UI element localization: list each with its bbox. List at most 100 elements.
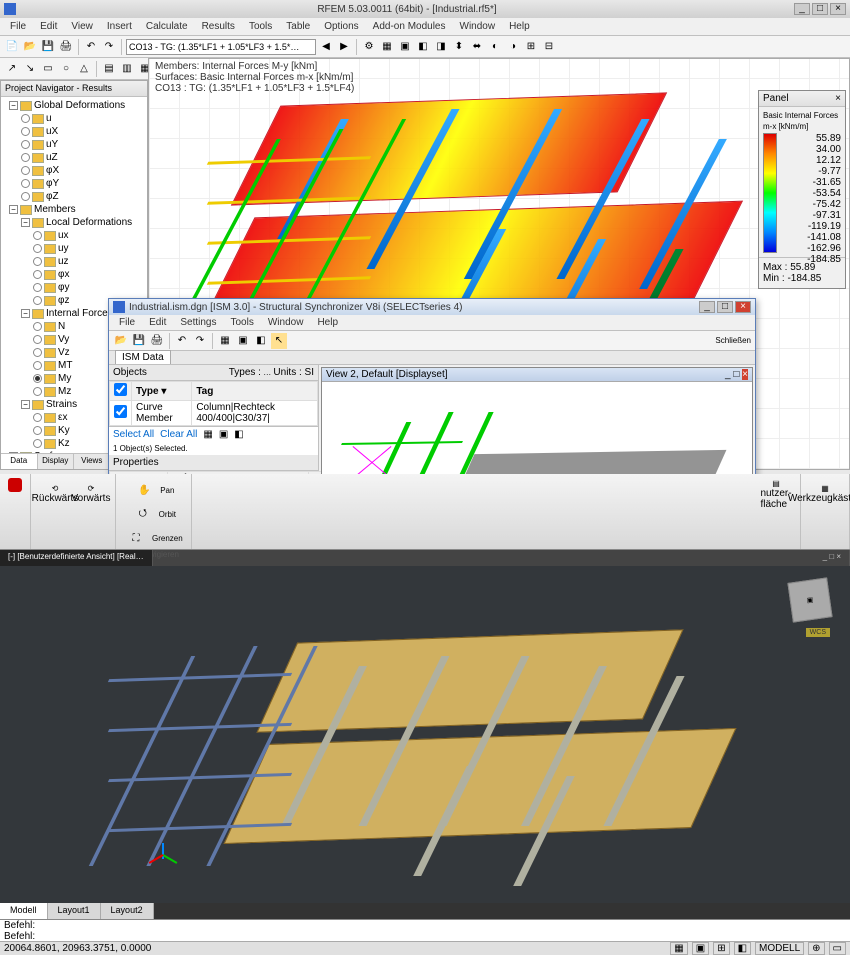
legend-close-icon[interactable]: × (835, 93, 841, 104)
radio-icon[interactable] (33, 335, 42, 344)
tool-icon[interactable]: ⊞ (523, 39, 539, 55)
save-icon[interactable]: 💾 (40, 39, 56, 55)
radio-icon[interactable] (21, 179, 30, 188)
new-icon[interactable]: 📄 (4, 39, 20, 55)
navigator-tab[interactable]: Views (74, 454, 111, 469)
close-button[interactable]: × (830, 3, 846, 15)
ism-left-tab[interactable]: ISM Data (115, 350, 171, 364)
tool-icon[interactable]: ⊟ (541, 39, 557, 55)
forward-icon[interactable]: ⟳Vorwärts (75, 478, 107, 510)
tool-icon[interactable]: ▭ (40, 61, 56, 77)
radio-icon[interactable] (33, 296, 42, 305)
tree-node[interactable]: uX (3, 125, 145, 138)
menu-item[interactable]: Options (318, 19, 364, 34)
tool-icon[interactable]: △ (76, 61, 92, 77)
tree-node[interactable]: φX (3, 164, 145, 177)
tool-icon[interactable]: ⚙ (361, 39, 377, 55)
menu-item[interactable]: Results (196, 19, 241, 34)
status-toggle[interactable]: ▣ (692, 942, 709, 955)
extents-icon[interactable]: ⛶ (124, 526, 148, 550)
tool-icon[interactable]: ◧ (234, 429, 243, 440)
cursor-icon[interactable]: ↖ (271, 333, 287, 349)
tool-icon[interactable]: ○ (58, 61, 74, 77)
tree-node[interactable]: φx (3, 268, 145, 281)
tool-icon[interactable]: ◧ (415, 39, 431, 55)
tree-node[interactable]: φZ (3, 190, 145, 203)
radio-icon[interactable] (33, 244, 42, 253)
menu-item[interactable]: Window (262, 315, 310, 330)
menu-item[interactable]: Window (454, 19, 502, 34)
open-icon[interactable]: 📂 (22, 39, 38, 55)
layout-tab[interactable]: Layout2 (101, 903, 154, 919)
tree-node[interactable]: φy (3, 281, 145, 294)
navigator-tab[interactable]: Display (38, 454, 75, 469)
maximize-button[interactable]: □ (812, 3, 828, 15)
tool-icon[interactable]: ▣ (219, 429, 228, 440)
tree-node[interactable]: uY (3, 138, 145, 151)
radio-icon[interactable] (21, 153, 30, 162)
radio-icon[interactable] (33, 257, 42, 266)
menu-item[interactable]: Help (503, 19, 536, 34)
menu-item[interactable]: View (65, 19, 99, 34)
tool-icon[interactable]: ⬍ (451, 39, 467, 55)
radio-icon[interactable] (33, 374, 42, 383)
radio-icon[interactable] (33, 426, 42, 435)
layout-tab[interactable]: Modell (0, 903, 48, 919)
tool-icon[interactable]: ↘ (22, 61, 38, 77)
view-minimize-button[interactable]: _ (725, 369, 731, 380)
radio-icon[interactable] (21, 192, 30, 201)
view-close-button[interactable]: × (742, 369, 748, 380)
menu-item[interactable]: Settings (174, 315, 222, 330)
back-icon[interactable]: ⟲Rückwärts (39, 478, 71, 510)
expander-icon[interactable]: − (21, 309, 30, 318)
tool-icon[interactable]: ◨ (433, 39, 449, 55)
tool-icon[interactable]: ▣ (235, 333, 251, 349)
objects-table[interactable]: Type ▾Tag Curve MemberColumn|Rechteck 40… (109, 381, 318, 426)
tool-icon[interactable]: ↷ (192, 333, 208, 349)
radio-icon[interactable] (33, 413, 42, 422)
tool-icon[interactable]: 🖨 (149, 333, 165, 349)
tool-icon[interactable]: ▦ (203, 429, 212, 440)
tree-node[interactable]: −Local Deformations (3, 216, 145, 229)
tree-node[interactable]: φY (3, 177, 145, 190)
radio-icon[interactable] (33, 387, 42, 396)
status-toggle[interactable]: ▦ (670, 942, 687, 955)
menu-item[interactable]: Tools (243, 19, 278, 34)
tree-node[interactable]: uy (3, 242, 145, 255)
tree-node[interactable]: −Members (3, 203, 145, 216)
radio-icon[interactable] (33, 361, 42, 370)
tree-node[interactable]: ux (3, 229, 145, 242)
radio-icon[interactable] (21, 114, 30, 123)
radio-icon[interactable] (33, 270, 42, 279)
tool-icon[interactable]: ↗ (4, 61, 20, 77)
menu-item[interactable]: Edit (34, 19, 63, 34)
tool-icon[interactable]: ▦ (217, 333, 233, 349)
print-icon[interactable]: 🖨 (58, 39, 74, 55)
tool-icon[interactable]: 💾 (131, 333, 147, 349)
expander-icon[interactable]: − (9, 101, 18, 110)
minimize-button[interactable]: _ (794, 3, 810, 15)
menu-item[interactable]: Edit (143, 315, 172, 330)
radio-icon[interactable] (33, 231, 42, 240)
navigator-tab[interactable]: Data (1, 454, 38, 469)
undo-icon[interactable]: ↶ (83, 39, 99, 55)
app-menu-icon[interactable] (8, 478, 22, 492)
radio-icon[interactable] (33, 439, 42, 448)
view-tab[interactable]: [-] [Benutzerdefinierte Ansicht] [Real… (0, 550, 153, 566)
expander-icon[interactable]: − (21, 218, 30, 227)
radio-icon[interactable] (33, 322, 42, 331)
command-line[interactable]: Befehl: Befehl: (0, 919, 850, 941)
tool-icon[interactable]: ▤ (101, 61, 117, 77)
tool-icon[interactable]: ▦ (379, 39, 395, 55)
status-toggle[interactable]: ⊞ (713, 942, 729, 955)
acad-viewport[interactable]: ▣ WCS (0, 566, 850, 903)
tool-icon[interactable]: ↶ (174, 333, 190, 349)
tool-icon[interactable]: ◐ (487, 39, 503, 55)
ism-minimize-button[interactable]: _ (699, 301, 715, 313)
menu-item[interactable]: Calculate (140, 19, 194, 34)
tool-icon[interactable]: ◑ (505, 39, 521, 55)
loadcase-combo[interactable] (126, 39, 316, 55)
tool-icon[interactable]: ▣ (397, 39, 413, 55)
redo-icon[interactable]: ↷ (101, 39, 117, 55)
orbit-icon[interactable]: ⭯ (131, 502, 155, 526)
